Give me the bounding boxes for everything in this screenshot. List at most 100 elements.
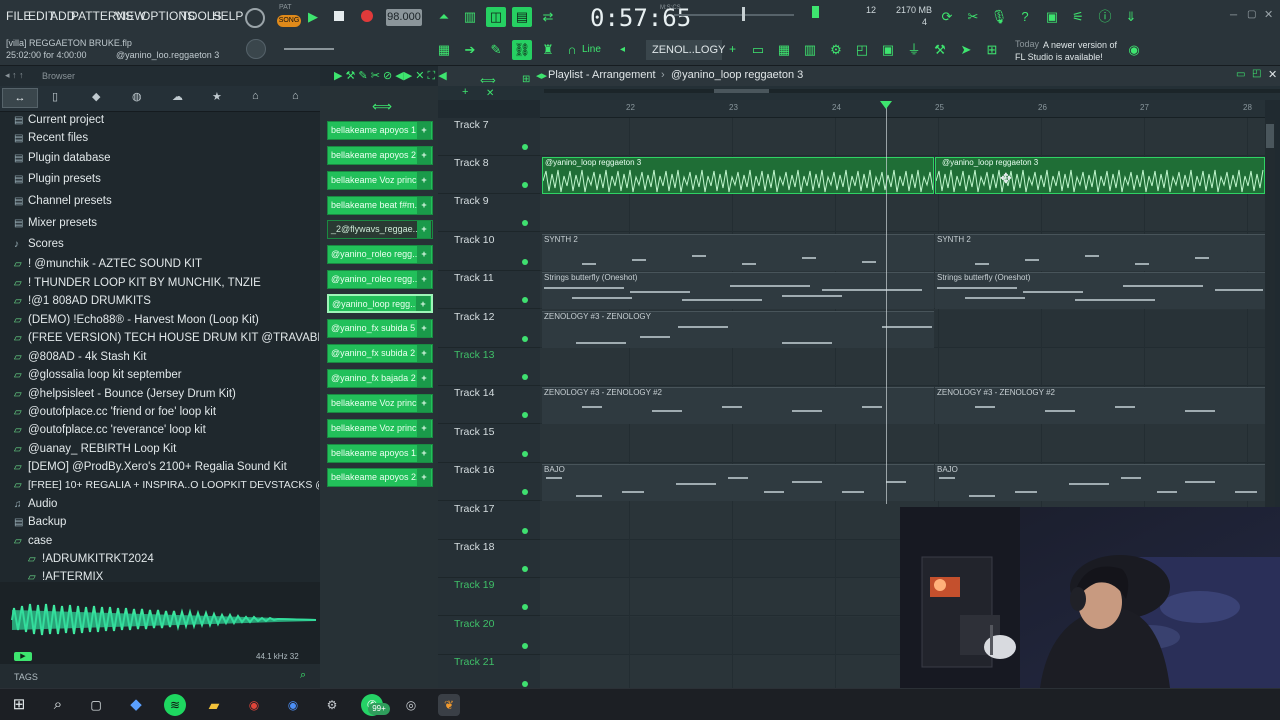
news-text[interactable]: A newer version of FL Studio is availabl… — [1015, 39, 1120, 63]
info-icon[interactable]: ⓘ — [1095, 7, 1115, 27]
master-volume-slider[interactable] — [284, 48, 334, 50]
track-mute-dot[interactable] — [522, 489, 528, 495]
channel-clip[interactable]: @yanino_roleo regg.. + — [327, 270, 433, 289]
timeline-ruler[interactable]: 22 23 24 25 26 27 28 — [540, 100, 1265, 118]
browser-item-current-project[interactable]: ▤ Current project — [14, 114, 319, 132]
browser-item-recent-files[interactable]: ▤ Recent files — [14, 132, 319, 150]
track-mute-dot[interactable] — [522, 566, 528, 572]
record-knob-icon[interactable] — [245, 8, 265, 28]
master-pitch-slider[interactable] — [674, 14, 794, 16]
zoom-icon[interactable]: ⟺ — [480, 74, 496, 87]
playlist-maximize-icon[interactable]: ◰ — [1252, 68, 1261, 79]
cut-icon[interactable]: ✂ — [963, 7, 983, 27]
channel-add-icon[interactable]: + — [417, 445, 431, 462]
file-explorer-icon[interactable]: ▰ — [203, 694, 225, 716]
next-icon[interactable]: ➔ — [460, 40, 480, 60]
track-mute-dot[interactable] — [522, 412, 528, 418]
playlist-close-icon[interactable]: ✕ — [1268, 68, 1277, 81]
chrome-icon[interactable]: ◉ — [243, 694, 265, 716]
song-mode-toggle[interactable]: SONG — [277, 15, 301, 27]
channel-clip[interactable]: bellakeame beat f#m.. + — [327, 196, 433, 215]
browser-item-mixer-presets[interactable]: ▤ Mixer presets — [14, 217, 319, 235]
track-header[interactable]: Track 12 — [438, 310, 540, 348]
snap-label[interactable]: Line — [582, 44, 601, 55]
channel-add-icon[interactable]: + — [417, 469, 431, 486]
channel-clip-selected[interactable]: @yanino_loop regg.. + — [327, 294, 433, 313]
track-header[interactable]: Track 16 — [438, 463, 540, 501]
channel-rack-icon[interactable]: ▦ — [774, 40, 794, 60]
channel-add-icon[interactable]: + — [417, 320, 431, 337]
wrench-icon[interactable]: ⚒ — [930, 40, 950, 60]
channel-clip[interactable]: bellakeame apoyos 1.. + — [327, 444, 433, 463]
channel-add-icon[interactable]: + — [417, 420, 431, 437]
track-mute-dot[interactable] — [522, 259, 528, 265]
browser-folder[interactable]: ▱ @outofplace.cc 'reverance' loop kit — [14, 424, 319, 442]
browser-tab-sounds-icon[interactable]: ◍ — [132, 90, 142, 103]
browser-item-audio[interactable]: ♫ Audio — [14, 498, 319, 516]
playlist-minimize-icon[interactable]: ▭ — [1236, 69, 1245, 80]
browser-folder[interactable]: ▱ @808AD - 4k Stash Kit — [14, 351, 319, 369]
chrome-profile-icon[interactable]: ◉ — [282, 694, 304, 716]
channel-clip[interactable]: @yanino_fx subida 5 + — [327, 319, 433, 338]
fl-studio-icon[interactable]: ❦ — [438, 694, 460, 716]
browser-subfolder[interactable]: ▱ !ADRUMKITRKT2024 — [28, 553, 333, 571]
link-icon[interactable]: ⛓ — [512, 40, 532, 60]
add-channel-icon[interactable]: ⟺ — [372, 98, 392, 115]
browser-folder[interactable]: ▱! THUNDER LOOP KIT BY MUNCHIK, TNZIE — [14, 277, 319, 295]
playlist-view-icon[interactable]: ▣ — [878, 40, 898, 60]
track-mute-dot[interactable] — [522, 336, 528, 342]
channel-add-icon[interactable]: + — [417, 271, 431, 288]
play-icon[interactable]: ▶ — [308, 9, 318, 25]
plugin-picker-icon[interactable]: ⚙ — [826, 40, 846, 60]
countdown-icon[interactable]: ◫ — [486, 7, 506, 27]
channel-add-icon[interactable]: + — [417, 370, 431, 387]
track-header[interactable]: Track 15 — [438, 425, 540, 463]
timeline-scroll-thumb[interactable] — [714, 89, 769, 93]
browser-item-channel-presets[interactable]: ▤ Channel presets — [14, 195, 319, 213]
track-mute-dot[interactable] — [522, 681, 528, 687]
track-mute-dot[interactable] — [522, 643, 528, 649]
track-mute-dot[interactable] — [522, 220, 528, 226]
save-icon[interactable]: ▣ — [1042, 7, 1062, 27]
add-track-icon[interactable]: + — [462, 86, 468, 98]
track-header[interactable]: Track 9 — [438, 194, 540, 232]
bpm-display[interactable]: 98.000 — [386, 9, 422, 26]
piano-roll-icon[interactable]: ▭ — [748, 40, 768, 60]
pattern-prev-icon[interactable]: ◂ — [620, 44, 625, 55]
send-icon[interactable]: ➤ — [956, 40, 976, 60]
channel-clip[interactable]: bellakeame apoyos 1 + — [327, 121, 433, 140]
sample-preview[interactable]: ▶ 44.1 kHz 32 — [0, 582, 320, 664]
tags-label[interactable]: TAGS — [14, 672, 38, 682]
master-pitch-handle[interactable] — [742, 7, 745, 21]
pattern-clip[interactable]: BAJO — [542, 464, 934, 501]
mic-icon[interactable]: 🎙 — [989, 7, 1009, 27]
track-header[interactable]: Track 17 — [438, 502, 540, 540]
mixer-view-icon[interactable]: ▥ — [800, 40, 820, 60]
track-header[interactable]: Track 10 — [438, 233, 540, 271]
arrangement-menu-icon[interactable]: ◂▸ — [536, 69, 547, 82]
channel-clip[interactable]: bellakeame Voz princ.. + — [327, 171, 433, 190]
menu-help[interactable]: HELP — [212, 9, 243, 23]
track-header[interactable]: Track 11 — [438, 271, 540, 309]
browser-folder[interactable]: ▱ (FREE VERSION) TECH HOUSE DRUM KIT @TRA… — [14, 332, 319, 350]
browser-folder[interactable]: ▱ @uanay_ REBIRTH Loop Kit — [14, 443, 319, 461]
track-mute-dot[interactable] — [522, 297, 528, 303]
tag-search-icon[interactable]: ⌕ — [300, 669, 306, 682]
task-view-icon[interactable]: ▢ — [85, 694, 107, 716]
draw-icon[interactable]: ✎ — [486, 40, 506, 60]
track-mute-dot[interactable] — [522, 144, 528, 150]
channel-clip[interactable]: bellakeame apoyos 2.. + — [327, 468, 433, 487]
track-mute-dot[interactable] — [522, 451, 528, 457]
browser-folder[interactable]: ▱ @outofplace.cc 'friend or foe' loop kit — [14, 406, 319, 424]
track-header[interactable]: Track 8 — [438, 156, 540, 194]
track-header[interactable]: Track 18 — [438, 540, 540, 578]
pat-label[interactable]: PAT — [279, 4, 292, 11]
channel-clip[interactable]: @yanino_fx subida 2 + — [327, 344, 433, 363]
browser-options-icon[interactable]: ◂ ↑ ↑ — [5, 70, 24, 81]
track-mute-dot[interactable] — [522, 604, 528, 610]
vertical-scroll-thumb[interactable] — [1266, 124, 1274, 148]
timeline-scrollbar[interactable] — [544, 89, 1280, 93]
channel-add-icon[interactable]: + — [417, 147, 431, 164]
pattern-clip[interactable]: Strings butterfly (Oneshot) — [935, 272, 1265, 309]
channel-add-icon[interactable]: + — [417, 246, 431, 263]
